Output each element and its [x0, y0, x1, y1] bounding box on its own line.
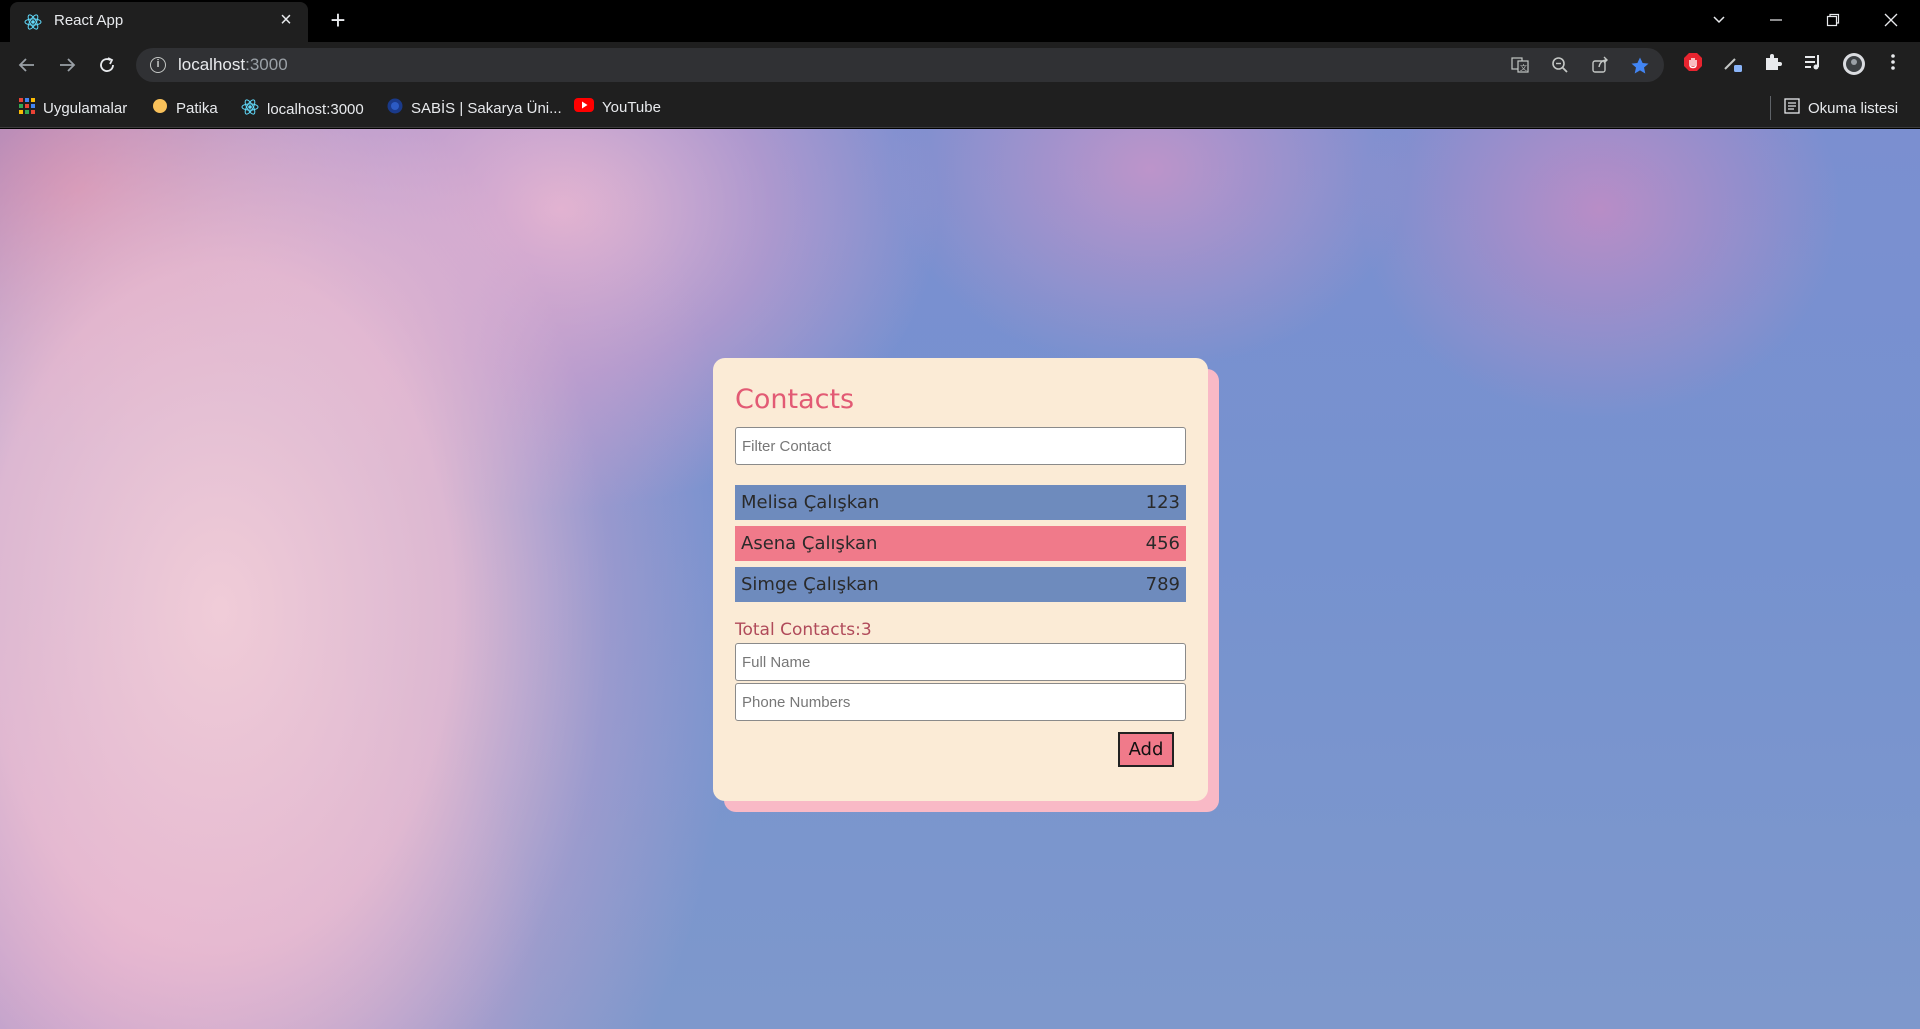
back-icon[interactable] [14, 52, 40, 78]
menu-kebab-icon[interactable] [1882, 52, 1904, 74]
svg-text:文: 文 [1520, 63, 1527, 72]
bookmark-star-icon[interactable] [1630, 56, 1650, 76]
profile-avatar[interactable] [1842, 52, 1865, 75]
browser-toolbar: i localhost:3000 文 [0, 42, 1920, 88]
browser-titlebar: React App × + [0, 0, 1920, 42]
bookmark-patika[interactable]: Patika [152, 98, 218, 118]
filter-contact-input[interactable] [735, 427, 1186, 465]
bookmarks-divider [1770, 96, 1771, 120]
reading-list-label: Okuma listesi [1808, 99, 1899, 117]
translate-icon[interactable]: 文 [1510, 56, 1530, 76]
restore-icon[interactable] [1818, 6, 1848, 34]
share-icon[interactable] [1590, 56, 1610, 76]
youtube-icon [574, 98, 594, 118]
tab-search-icon[interactable] [1704, 6, 1734, 34]
contact-phone: 789 [1145, 574, 1180, 595]
contacts-card: Contacts Melisa Çalışkan 123 Asena Çalış… [713, 358, 1208, 801]
bookmarks-bar: Uygulamalar Patika localhost:3000 SABİS … [0, 88, 1920, 128]
patika-icon [152, 98, 168, 120]
bookmark-label: localhost:3000 [267, 100, 364, 118]
bookmark-label: YouTube [602, 99, 661, 116]
new-tab-icon[interactable]: + [326, 7, 350, 33]
eyedropper-extension-icon[interactable] [1722, 52, 1744, 74]
address-url[interactable]: localhost:3000 [178, 55, 288, 75]
close-tab-icon[interactable]: × [276, 10, 296, 30]
bookmark-label: SABİS | Sakarya Üni... [411, 99, 562, 117]
site-info-icon[interactable]: i [150, 57, 166, 73]
address-bar[interactable]: i localhost:3000 文 [136, 48, 1664, 82]
forward-icon[interactable] [54, 52, 80, 78]
bookmark-label: Patika [176, 99, 218, 117]
reading-list-icon [1784, 98, 1800, 120]
bookmark-youtube[interactable]: YouTube [574, 98, 661, 118]
zoom-icon[interactable] [1550, 56, 1570, 76]
extensions-puzzle-icon[interactable] [1762, 52, 1784, 74]
bookmark-label: Uygulamalar [43, 99, 128, 117]
minimize-icon[interactable] [1761, 6, 1791, 34]
reload-icon[interactable] [94, 52, 120, 78]
total-contacts: Total Contacts:3 [735, 620, 872, 640]
phone-numbers-input[interactable] [735, 683, 1186, 721]
contact-phone: 123 [1145, 492, 1180, 513]
media-control-icon[interactable] [1802, 52, 1824, 74]
tab-title: React App [54, 12, 124, 29]
react-icon [241, 98, 259, 122]
react-icon [24, 13, 42, 31]
bookmark-apps[interactable]: Uygulamalar [19, 98, 127, 118]
bookmark-sabis[interactable]: SABİS | Sakarya Üni... [387, 98, 562, 118]
apps-grid-icon [19, 98, 35, 120]
bookmark-localhost[interactable]: localhost:3000 [241, 98, 364, 118]
contact-name: Melisa Çalışkan [741, 492, 880, 513]
page-title: Contacts [735, 384, 855, 415]
sakarya-icon [387, 98, 403, 120]
contact-list: Melisa Çalışkan 123 Asena Çalışkan 456 S… [735, 485, 1186, 608]
contact-item[interactable]: Simge Çalışkan 789 [735, 567, 1186, 602]
contact-item[interactable]: Asena Çalışkan 456 [735, 526, 1186, 561]
close-window-icon[interactable] [1876, 6, 1906, 34]
contact-item[interactable]: Melisa Çalışkan 123 [735, 485, 1186, 520]
full-name-input[interactable] [735, 643, 1186, 681]
adblock-icon[interactable] [1682, 52, 1704, 74]
add-button[interactable]: Add [1118, 732, 1174, 767]
contact-name: Simge Çalışkan [741, 574, 879, 595]
contact-phone: 456 [1145, 533, 1180, 554]
contact-name: Asena Çalışkan [741, 533, 878, 554]
page-background: Contacts Melisa Çalışkan 123 Asena Çalış… [0, 129, 1920, 1029]
browser-tab[interactable]: React App × [10, 2, 308, 42]
reading-list[interactable]: Okuma listesi [1784, 98, 1898, 118]
